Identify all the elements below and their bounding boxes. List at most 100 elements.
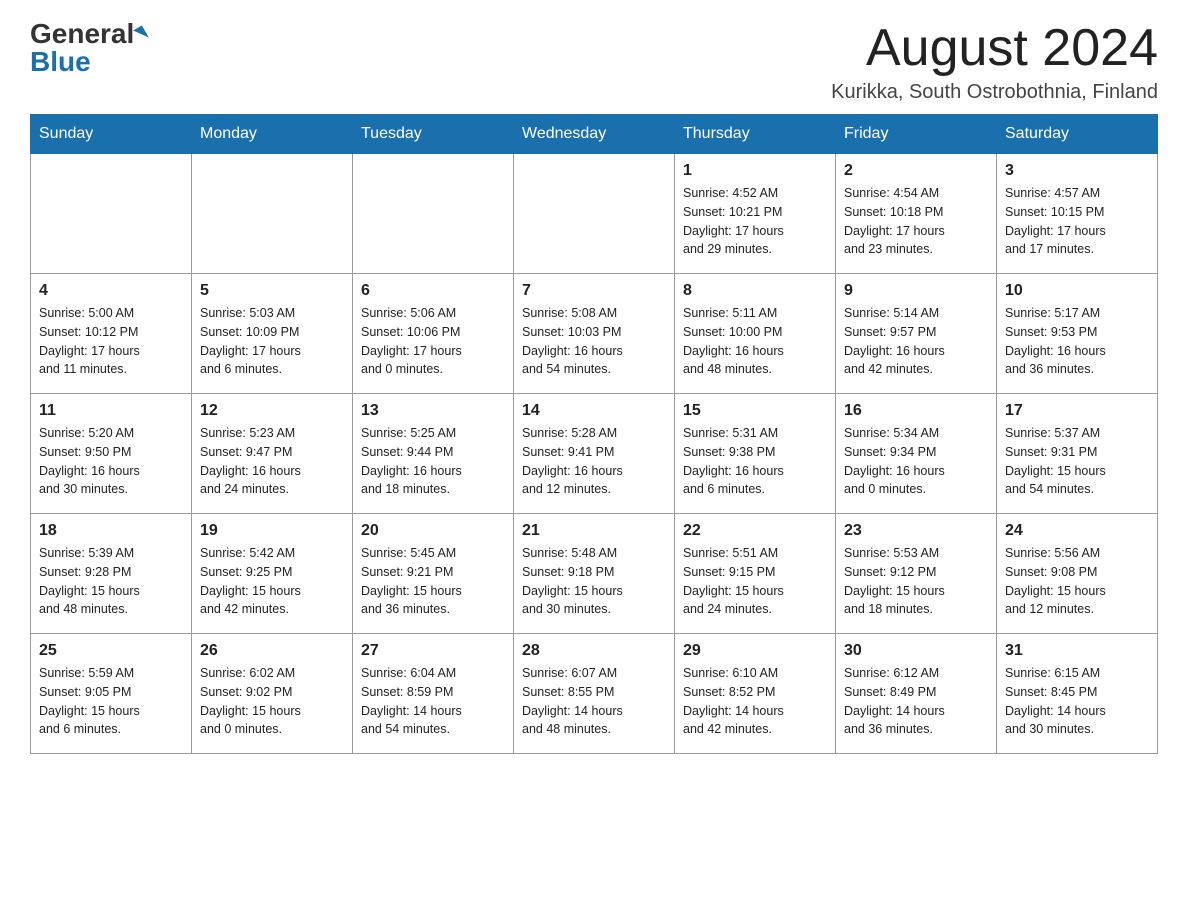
day-info: Sunrise: 5:14 AM Sunset: 9:57 PM Dayligh… (844, 304, 988, 379)
calendar-cell (31, 154, 192, 274)
day-number: 7 (522, 282, 666, 300)
day-number: 17 (1005, 402, 1149, 420)
day-info: Sunrise: 5:59 AM Sunset: 9:05 PM Dayligh… (39, 664, 183, 739)
day-info: Sunrise: 5:37 AM Sunset: 9:31 PM Dayligh… (1005, 424, 1149, 499)
calendar-cell: 5Sunrise: 5:03 AM Sunset: 10:09 PM Dayli… (192, 274, 353, 394)
day-number: 26 (200, 642, 344, 660)
calendar-cell: 31Sunrise: 6:15 AM Sunset: 8:45 PM Dayli… (997, 634, 1158, 754)
weekday-header-saturday: Saturday (997, 115, 1158, 154)
day-info: Sunrise: 6:04 AM Sunset: 8:59 PM Dayligh… (361, 664, 505, 739)
calendar-cell: 6 Sunrise: 5:06 AM Sunset: 10:06 PM Dayli… (353, 274, 514, 394)
calendar-cell: 1 Sunrise: 4:52 AM Sunset: 10:21 PM Dayli… (675, 154, 836, 274)
day-info: Sunrise: 5:51 AM Sunset: 9:15 PM Dayligh… (683, 544, 827, 619)
day-number: 25 (39, 642, 183, 660)
calendar-cell: 29Sunrise: 6:10 AM Sunset: 8:52 PM Dayli… (675, 634, 836, 754)
day-number: 6 (361, 282, 505, 300)
day-number: 3 (1005, 162, 1149, 180)
day-number: 27 (361, 642, 505, 660)
day-info: Sunrise: 5:34 AM Sunset: 9:34 PM Dayligh… (844, 424, 988, 499)
calendar-cell: 7 Sunrise: 5:08 AM Sunset: 10:03 PM Dayli… (514, 274, 675, 394)
calendar-cell (514, 154, 675, 274)
day-number: 15 (683, 402, 827, 420)
weekday-header-friday: Friday (836, 115, 997, 154)
day-number: 13 (361, 402, 505, 420)
calendar-cell (353, 154, 514, 274)
calendar-cell: 15Sunrise: 5:31 AM Sunset: 9:38 PM Dayli… (675, 394, 836, 514)
day-number: 2 (844, 162, 988, 180)
calendar-cell: 24 Sunrise: 5:56 AM Sunset: 9:08 PM Dayli… (997, 514, 1158, 634)
day-number: 31 (1005, 642, 1149, 660)
day-info: Sunrise: 5:25 AM Sunset: 9:44 PM Dayligh… (361, 424, 505, 499)
day-number: 10 (1005, 282, 1149, 300)
weekday-header-tuesday: Tuesday (353, 115, 514, 154)
day-info: Sunrise: 5:42 AM Sunset: 9:25 PM Dayligh… (200, 544, 344, 619)
calendar-week-4: 18 Sunrise: 5:39 AM Sunset: 9:28 PM Dayli… (31, 514, 1158, 634)
weekday-header-sunday: Sunday (31, 115, 192, 154)
weekday-header-monday: Monday (192, 115, 353, 154)
day-number: 24 (1005, 522, 1149, 540)
calendar-week-2: 4Sunrise: 5:00 AM Sunset: 10:12 PM Dayli… (31, 274, 1158, 394)
calendar-cell: 12Sunrise: 5:23 AM Sunset: 9:47 PM Dayli… (192, 394, 353, 514)
day-info: Sunrise: 6:12 AM Sunset: 8:49 PM Dayligh… (844, 664, 988, 739)
day-number: 30 (844, 642, 988, 660)
day-info: Sunrise: 4:52 AM Sunset: 10:21 PM Daylig… (683, 184, 827, 259)
day-number: 20 (361, 522, 505, 540)
day-number: 18 (39, 522, 183, 540)
day-number: 19 (200, 522, 344, 540)
day-info: Sunrise: 5:20 AM Sunset: 9:50 PM Dayligh… (39, 424, 183, 499)
day-info: Sunrise: 5:11 AM Sunset: 10:00 PM Daylig… (683, 304, 827, 379)
day-info: Sunrise: 5:48 AM Sunset: 9:18 PM Dayligh… (522, 544, 666, 619)
day-info: Sunrise: 5:28 AM Sunset: 9:41 PM Dayligh… (522, 424, 666, 499)
calendar-cell: 22 Sunrise: 5:51 AM Sunset: 9:15 PM Dayli… (675, 514, 836, 634)
day-info: Sunrise: 6:02 AM Sunset: 9:02 PM Dayligh… (200, 664, 344, 739)
calendar-week-3: 11 Sunrise: 5:20 AM Sunset: 9:50 PM Dayli… (31, 394, 1158, 514)
day-number: 14 (522, 402, 666, 420)
day-info: Sunrise: 5:53 AM Sunset: 9:12 PM Dayligh… (844, 544, 988, 619)
logo-general: General (30, 20, 134, 48)
day-info: Sunrise: 6:07 AM Sunset: 8:55 PM Dayligh… (522, 664, 666, 739)
day-number: 5 (200, 282, 344, 300)
day-info: Sunrise: 4:54 AM Sunset: 10:18 PM Daylig… (844, 184, 988, 259)
day-number: 4 (39, 282, 183, 300)
calendar-cell: 4Sunrise: 5:00 AM Sunset: 10:12 PM Dayli… (31, 274, 192, 394)
calendar-cell: 27 Sunrise: 6:04 AM Sunset: 8:59 PM Dayli… (353, 634, 514, 754)
day-number: 22 (683, 522, 827, 540)
calendar-cell: 11 Sunrise: 5:20 AM Sunset: 9:50 PM Dayli… (31, 394, 192, 514)
calendar-week-5: 25 Sunrise: 5:59 AM Sunset: 9:05 PM Dayli… (31, 634, 1158, 754)
calendar-cell: 18 Sunrise: 5:39 AM Sunset: 9:28 PM Dayli… (31, 514, 192, 634)
day-number: 1 (683, 162, 827, 180)
day-info: Sunrise: 5:56 AM Sunset: 9:08 PM Dayligh… (1005, 544, 1149, 619)
day-number: 9 (844, 282, 988, 300)
calendar-cell: 17 Sunrise: 5:37 AM Sunset: 9:31 PM Dayli… (997, 394, 1158, 514)
logo-blue: Blue (30, 48, 91, 76)
month-title: August 2024 (831, 20, 1158, 77)
title-section: August 2024 Kurikka, South Ostrobothnia,… (831, 20, 1158, 104)
day-info: Sunrise: 5:06 AM Sunset: 10:06 PM Daylig… (361, 304, 505, 379)
day-info: Sunrise: 5:45 AM Sunset: 9:21 PM Dayligh… (361, 544, 505, 619)
day-number: 28 (522, 642, 666, 660)
calendar-cell: 30 Sunrise: 6:12 AM Sunset: 8:49 PM Dayli… (836, 634, 997, 754)
day-info: Sunrise: 6:10 AM Sunset: 8:52 PM Dayligh… (683, 664, 827, 739)
day-number: 11 (39, 402, 183, 420)
calendar-table: SundayMondayTuesdayWednesdayThursdayFrid… (30, 114, 1158, 754)
calendar-cell: 14 Sunrise: 5:28 AM Sunset: 9:41 PM Dayli… (514, 394, 675, 514)
day-number: 8 (683, 282, 827, 300)
weekday-header-wednesday: Wednesday (514, 115, 675, 154)
logo-triangle-icon (133, 25, 149, 42)
day-number: 12 (200, 402, 344, 420)
calendar-cell: 28 Sunrise: 6:07 AM Sunset: 8:55 PM Dayli… (514, 634, 675, 754)
weekday-header-row: SundayMondayTuesdayWednesdayThursdayFrid… (31, 115, 1158, 154)
weekday-header-thursday: Thursday (675, 115, 836, 154)
calendar-cell: 8 Sunrise: 5:11 AM Sunset: 10:00 PM Dayli… (675, 274, 836, 394)
calendar-cell: 3Sunrise: 4:57 AM Sunset: 10:15 PM Dayli… (997, 154, 1158, 274)
day-info: Sunrise: 5:17 AM Sunset: 9:53 PM Dayligh… (1005, 304, 1149, 379)
calendar-cell: 23Sunrise: 5:53 AM Sunset: 9:12 PM Dayli… (836, 514, 997, 634)
day-info: Sunrise: 5:39 AM Sunset: 9:28 PM Dayligh… (39, 544, 183, 619)
day-number: 16 (844, 402, 988, 420)
calendar-cell: 26 Sunrise: 6:02 AM Sunset: 9:02 PM Dayli… (192, 634, 353, 754)
logo: General Blue (30, 20, 146, 76)
calendar-week-1: 1 Sunrise: 4:52 AM Sunset: 10:21 PM Dayli… (31, 154, 1158, 274)
calendar-cell: 16 Sunrise: 5:34 AM Sunset: 9:34 PM Dayli… (836, 394, 997, 514)
day-info: Sunrise: 5:08 AM Sunset: 10:03 PM Daylig… (522, 304, 666, 379)
calendar-cell (192, 154, 353, 274)
